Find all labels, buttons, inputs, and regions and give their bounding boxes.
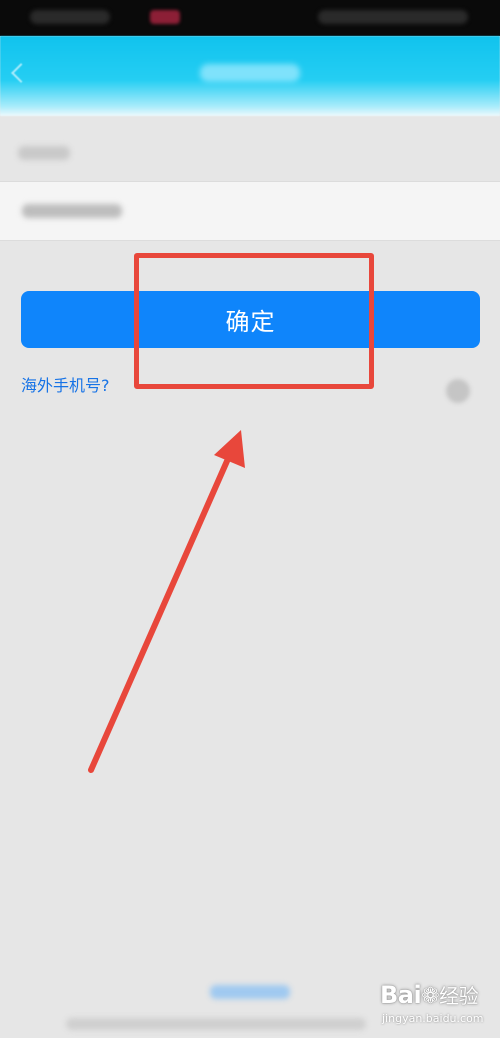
- phone-input-blurred[interactable]: [22, 204, 122, 218]
- page-title-blurred: [200, 64, 300, 82]
- annotation-arrow-shaft: [88, 449, 234, 773]
- clear-input-icon[interactable]: [446, 379, 470, 403]
- footer-link-blurred[interactable]: [210, 985, 290, 999]
- status-bar-blurred-left: [30, 10, 110, 24]
- status-bar: [0, 0, 500, 36]
- recording-indicator: [150, 10, 180, 24]
- confirm-button[interactable]: 确定: [21, 291, 480, 348]
- watermark-url: jingyan.baidu.com: [382, 1012, 484, 1025]
- section-label-blurred: [18, 146, 70, 160]
- baidu-jingyan-watermark: Bai❁经验 jingyan.baidu.com: [380, 980, 495, 1030]
- phone-input-row[interactable]: [0, 181, 500, 403]
- watermark-brand-prefix: Bai: [380, 981, 422, 1009]
- watermark-brand-suffix: 经验: [439, 984, 479, 1008]
- paw-icon: ❁: [421, 984, 440, 1009]
- watermark-logo: Bai❁经验: [380, 980, 479, 1009]
- annotation-arrow-head: [214, 430, 245, 468]
- annotation-arrow: [88, 430, 245, 773]
- footer-text-blurred: [66, 1018, 366, 1030]
- app-header: [0, 36, 500, 116]
- back-arrow-icon[interactable]: [11, 63, 31, 83]
- overseas-phone-link[interactable]: 海外手机号?: [21, 372, 110, 396]
- status-bar-blurred-right: [318, 10, 468, 24]
